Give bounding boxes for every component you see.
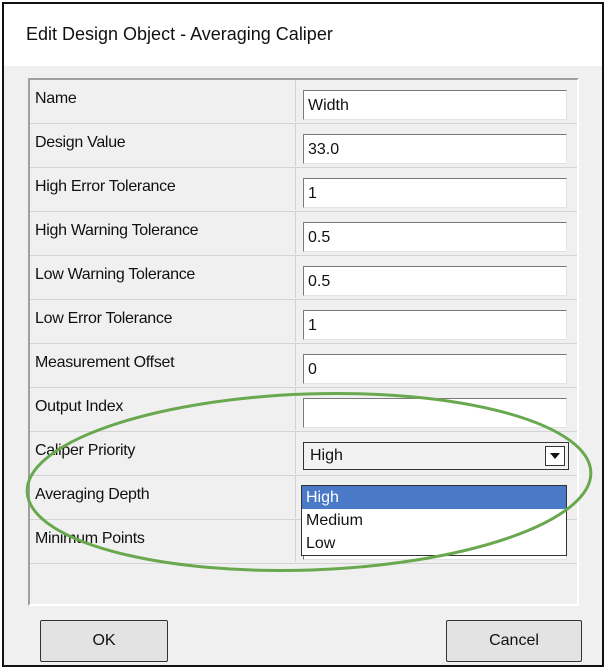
caliper-priority-value: High [310, 447, 343, 464]
row-caliper-priority: Caliper Priority High [30, 432, 577, 476]
output-index-label: Output Index [35, 398, 124, 415]
dropdown-arrow-button[interactable] [545, 446, 565, 466]
measurement-offset-label: Measurement Offset [35, 354, 175, 371]
cancel-button[interactable]: Cancel [446, 620, 582, 662]
averaging-depth-label: Averaging Depth [35, 486, 150, 503]
high-warning-tolerance-field[interactable]: 0.5 [303, 222, 567, 252]
option-medium[interactable]: Medium [302, 509, 566, 532]
row-name: Name Width [30, 80, 577, 124]
option-low[interactable]: Low [302, 532, 566, 555]
dialog-window: Edit Design Object - Averaging Caliper N… [2, 2, 604, 667]
row-output-index: Output Index [30, 388, 577, 432]
design-value-field[interactable]: 33.0 [303, 134, 567, 164]
minimum-points-label: Minimum Points [35, 530, 145, 547]
caliper-priority-dropdown-list: High Medium Low [301, 485, 567, 556]
chevron-down-icon [550, 453, 560, 459]
name-field[interactable]: Width [303, 90, 567, 120]
ok-button[interactable]: OK [40, 620, 168, 662]
high-error-tolerance-label: High Error Tolerance [35, 178, 176, 195]
row-high-error-tolerance: High Error Tolerance 1 [30, 168, 577, 212]
output-index-field[interactable] [303, 398, 567, 428]
row-measurement-offset: Measurement Offset 0 [30, 344, 577, 388]
caliper-priority-select[interactable]: High [303, 442, 569, 470]
low-warning-tolerance-label: Low Warning Tolerance [35, 266, 196, 283]
row-design-value: Design Value 33.0 [30, 124, 577, 168]
caliper-priority-label: Caliper Priority [35, 442, 136, 459]
high-error-tolerance-field[interactable]: 1 [303, 178, 567, 208]
option-high[interactable]: High [302, 486, 566, 509]
measurement-offset-field[interactable]: 0 [303, 354, 567, 384]
name-label: Name [35, 90, 77, 107]
row-low-error-tolerance: Low Error Tolerance 1 [30, 300, 577, 344]
row-low-warning-tolerance: Low Warning Tolerance 0.5 [30, 256, 577, 300]
title-bar: Edit Design Object - Averaging Caliper [4, 4, 602, 66]
low-error-tolerance-label: Low Error Tolerance [35, 310, 173, 327]
low-warning-tolerance-field[interactable]: 0.5 [303, 266, 567, 296]
high-warning-tolerance-label: High Warning Tolerance [35, 222, 199, 239]
low-error-tolerance-field[interactable]: 1 [303, 310, 567, 340]
design-value-label: Design Value [35, 134, 126, 151]
row-high-warning-tolerance: High Warning Tolerance 0.5 [30, 212, 577, 256]
window-title: Edit Design Object - Averaging Caliper [26, 24, 333, 44]
